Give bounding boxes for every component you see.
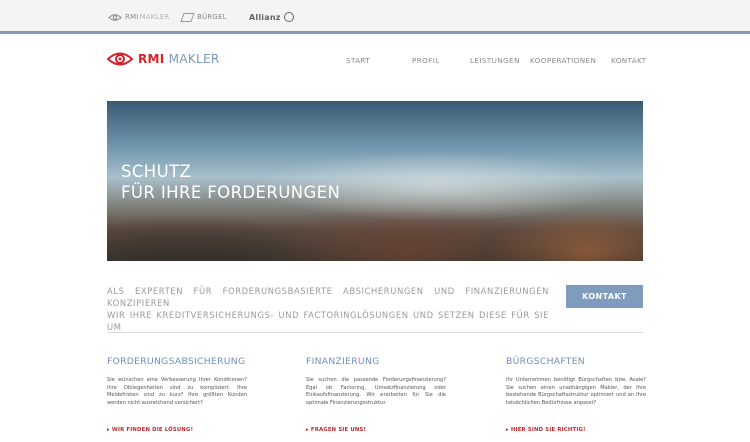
- intro-text: ALS EXPERTEN FÜR FORDERUNGSBASIERTE ABSI…: [107, 285, 549, 333]
- partner-allianz-name: Allianz: [249, 12, 281, 22]
- section-divider: [107, 332, 643, 333]
- nav-kooperationen[interactable]: KOOPERATIONEN: [530, 56, 596, 65]
- nav-leistungen[interactable]: LEISTUNGEN: [470, 56, 520, 65]
- intro-line1: ALS EXPERTEN FÜR FORDERUNGSBASIERTE ABSI…: [107, 286, 549, 308]
- intro-line2: WIR IHRE KREDITVERSICHERUNGS- UND FACTOR…: [107, 310, 549, 332]
- partner-burgel-link[interactable]: BÜRGEL: [180, 9, 227, 25]
- site-logo[interactable]: RMI MAKLER: [107, 51, 220, 67]
- column-title: BÜRGSCHAFTEN: [506, 356, 585, 367]
- service-column-forderungsabsicherung: FORDERUNGSABSICHERUNG Sie wünschen eine …: [107, 356, 247, 433]
- eye-logo-icon: [107, 52, 133, 66]
- partner-rmi-link[interactable]: RMI MAKLER: [108, 9, 169, 25]
- column-text: Ihr Unternehmen benötigt Bürgschaften bz…: [506, 377, 646, 406]
- column-title: FORDERUNGSABSICHERUNG: [107, 356, 246, 367]
- burgel-logo-icon: [180, 12, 195, 22]
- topbar-divider: [0, 31, 750, 34]
- hero-title-line1: SCHUTZ: [121, 162, 192, 181]
- column-title: FINANZIERUNG: [306, 356, 380, 367]
- eye-icon: [108, 13, 122, 21]
- column-link[interactable]: ▸ HIER SIND SIE RICHTIG!: [506, 427, 586, 433]
- nav-profil[interactable]: PROFIL: [412, 56, 440, 65]
- partner-bar: RMI MAKLER BÜRGEL Allianz: [0, 0, 750, 32]
- nav-kontakt[interactable]: KONTAKT: [611, 56, 646, 65]
- nav-start[interactable]: START: [346, 56, 370, 65]
- logo-brand: RMI: [138, 52, 165, 66]
- hero-banner: SCHUTZ FÜR IHRE FORDERUNGEN: [107, 101, 643, 261]
- column-link[interactable]: ▸ FRAGEN SIE UNS!: [306, 427, 366, 433]
- contact-button[interactable]: KONTAKT: [566, 285, 643, 308]
- column-text: Sie wünschen eine Verbesserung Ihrer Kon…: [107, 377, 247, 406]
- partner-rmi-name: RMI: [125, 13, 139, 21]
- column-text: Sie suchen die passende Forderungsfinanz…: [306, 377, 446, 406]
- hero-title: SCHUTZ FÜR IHRE FORDERUNGEN: [121, 161, 340, 203]
- hero-title-line2: FÜR IHRE FORDERUNGEN: [121, 183, 341, 202]
- logo-suffix: MAKLER: [168, 52, 220, 66]
- partner-rmi-suffix: MAKLER: [139, 13, 170, 21]
- service-column-finanzierung: FINANZIERUNG Sie suchen die passende For…: [306, 356, 446, 433]
- service-column-buergschaften: BÜRGSCHAFTEN Ihr Unternehmen benötigt Bü…: [506, 356, 646, 433]
- partner-allianz-link[interactable]: Allianz: [249, 9, 294, 25]
- allianz-logo-icon: [283, 12, 294, 22]
- partner-burgel-name: BÜRGEL: [197, 13, 227, 21]
- column-link[interactable]: ▸ WIR FINDEN DIE LÖSUNG!: [107, 427, 193, 433]
